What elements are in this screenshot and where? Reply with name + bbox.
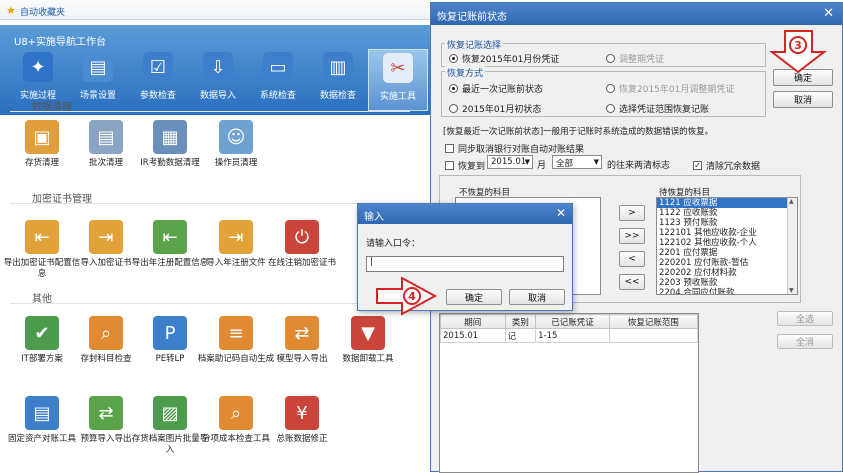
step4-badge: 4 (403, 287, 421, 305)
step3-badge: 3 (789, 36, 807, 54)
annotation-layer (376, 30, 827, 316)
